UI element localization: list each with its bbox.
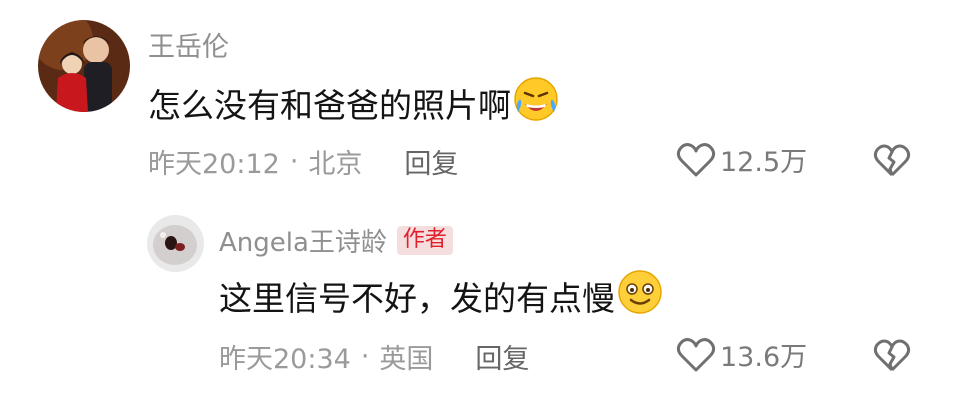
dislike-button[interactable] xyxy=(873,338,911,378)
dislike-button[interactable] xyxy=(873,143,911,183)
smiling-emoji-icon xyxy=(617,269,663,323)
comment-text-content: 怎么没有和爸爸的照片啊 xyxy=(148,86,511,125)
broken-heart-icon xyxy=(873,144,911,183)
comment-location: 英国 xyxy=(379,344,434,375)
meta-separator: · xyxy=(360,341,370,372)
comment-time: 昨天20:12 xyxy=(148,149,280,180)
comment-location: 北京 xyxy=(308,149,363,180)
heart-icon xyxy=(676,141,716,179)
like-button[interactable]: 12.5万 xyxy=(676,140,807,179)
author-badge: 作者 xyxy=(396,226,453,255)
meta-separator: · xyxy=(289,146,299,177)
comment-text: 怎么没有和爸爸的照片啊 xyxy=(148,76,559,130)
avatar[interactable] xyxy=(38,20,130,112)
comment-meta: 昨天20:12 · 北京 回复 xyxy=(148,142,458,181)
reply-button[interactable]: 回复 xyxy=(475,337,529,376)
comment-username[interactable]: 王岳伦 xyxy=(148,25,229,64)
reply-button[interactable]: 回复 xyxy=(404,142,458,181)
comment-username[interactable]: Angela王诗龄 作者 xyxy=(219,222,453,259)
comment-1: 王岳伦 怎么没有和爸爸的照片啊 昨天20:12 · 北京 回复 12.5万 xyxy=(0,0,960,200)
comment-text-content: 这里信号不好，发的有点慢 xyxy=(219,279,615,318)
comment-text: 这里信号不好，发的有点慢 xyxy=(219,269,663,323)
laughing-with-tears-emoji-icon xyxy=(513,76,559,130)
broken-heart-icon xyxy=(873,339,911,378)
heart-icon xyxy=(676,336,716,374)
like-count: 13.6万 xyxy=(720,342,808,373)
comment-time: 昨天20:34 xyxy=(219,344,351,375)
like-button[interactable]: 13.6万 xyxy=(676,335,807,374)
comment-2: Angela王诗龄 作者 这里信号不好，发的有点慢 昨天20:34 · 英国 回… xyxy=(0,205,960,411)
avatar[interactable] xyxy=(147,215,204,272)
comment-meta: 昨天20:34 · 英国 回复 xyxy=(219,337,529,376)
like-count: 12.5万 xyxy=(720,147,808,178)
username-text: Angela王诗龄 xyxy=(219,228,387,258)
